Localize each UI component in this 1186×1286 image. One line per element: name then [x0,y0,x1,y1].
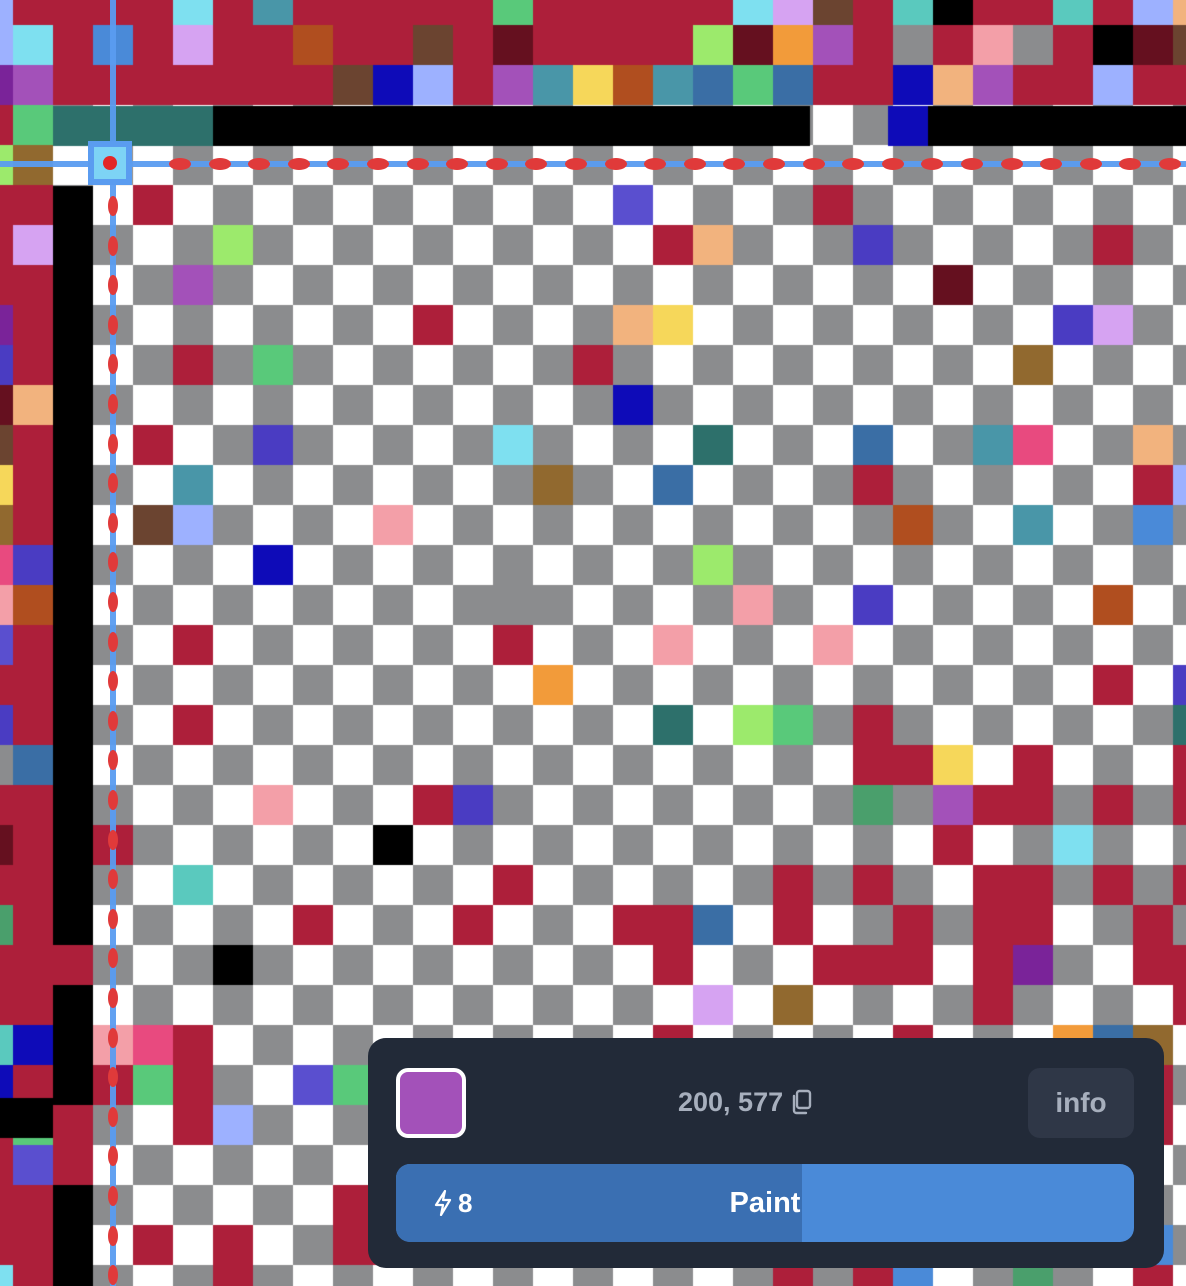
crosshair-vertical-guide [110,0,116,1286]
pixel-coordinates[interactable]: 200, 577 [678,1082,813,1122]
selection-cursor-dot [103,156,117,170]
paint-panel: 200, 577 info 8 Paint [368,1038,1164,1268]
coordinates-text: 200, 577 [678,1086,784,1117]
paint-button[interactable]: 8 Paint [396,1164,1134,1242]
copy-icon[interactable] [791,1089,813,1115]
selected-color-swatch[interactable] [396,1068,466,1138]
crosshair-horizontal-guide [0,161,1186,167]
info-button-label: info [1055,1087,1107,1118]
info-button[interactable]: info [1028,1068,1134,1138]
selection-cursor[interactable] [88,141,132,185]
paint-button-label: Paint [729,1186,801,1219]
